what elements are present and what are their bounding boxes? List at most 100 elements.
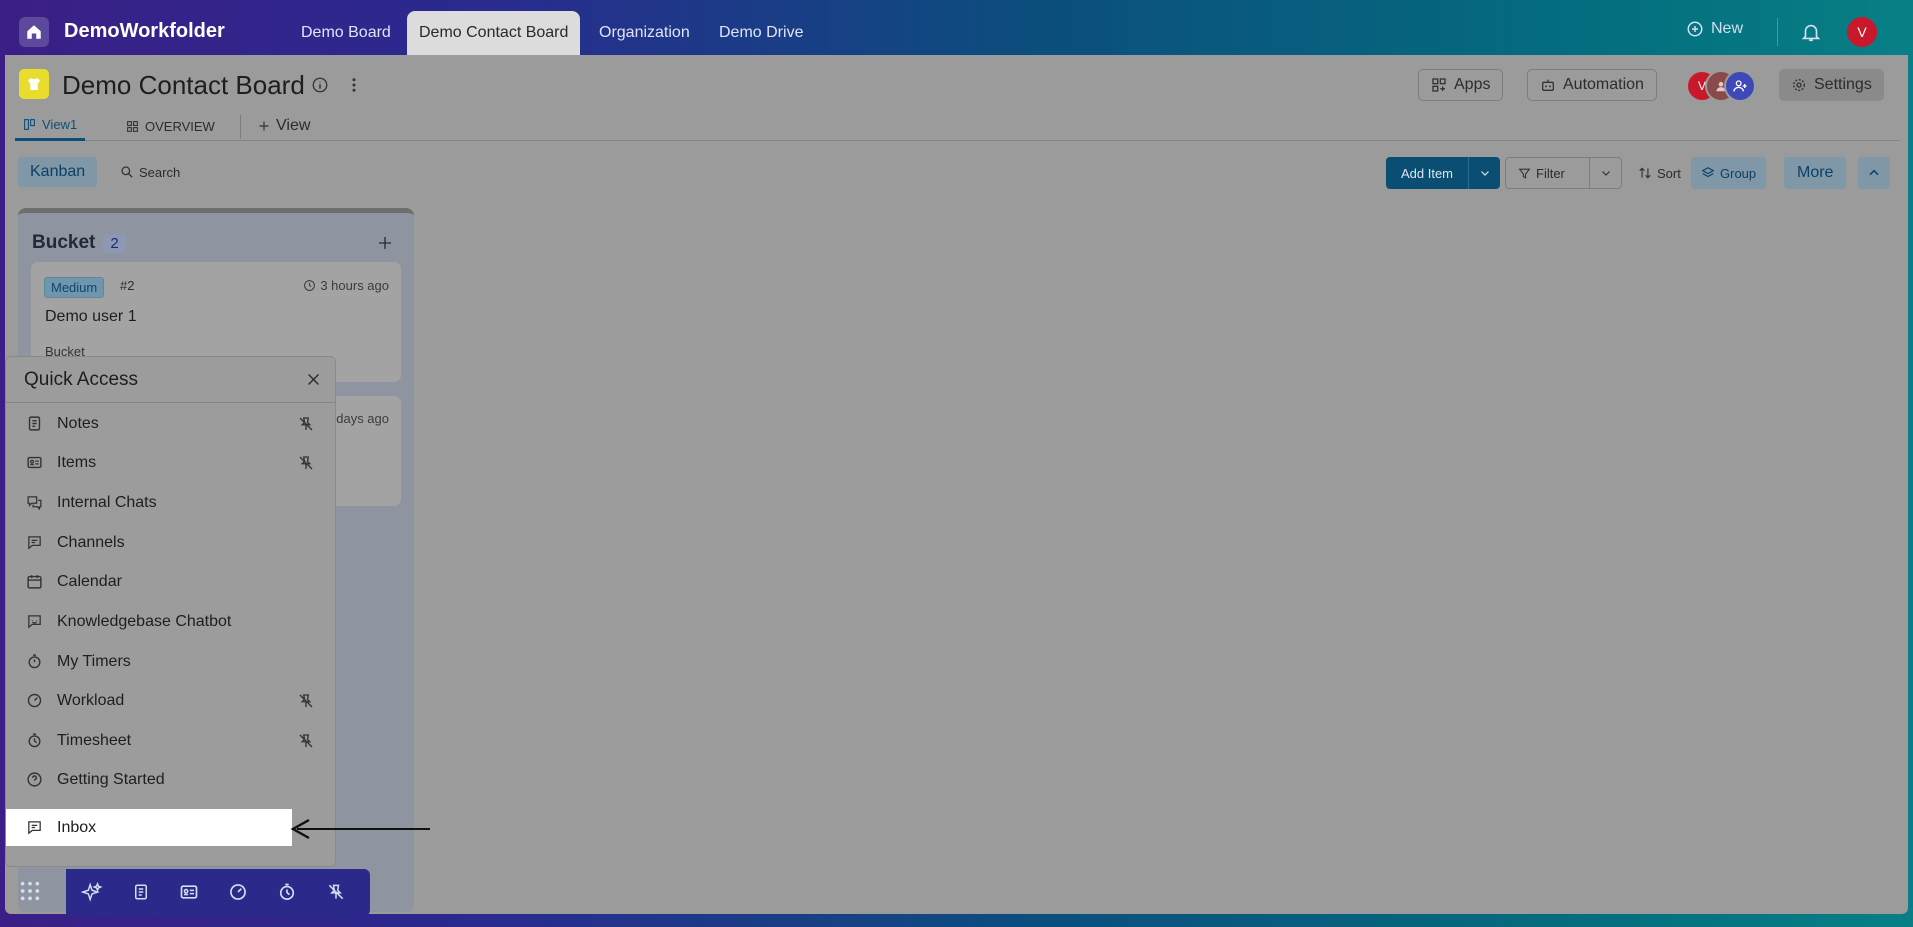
sparkles-icon[interactable]: [81, 882, 103, 904]
add-item-label: Add Item: [1400, 165, 1454, 181]
quick-access-item-label: Knowledgebase Chatbot: [57, 612, 232, 630]
search-button[interactable]: Search: [120, 157, 180, 187]
tab-demo-board[interactable]: Demo Board: [289, 11, 403, 55]
timesheet-icon[interactable]: [277, 882, 297, 902]
tab-demo-contact-board[interactable]: Demo Contact Board: [407, 11, 581, 55]
sort-label: Sort: [1657, 165, 1681, 181]
quick-access-item-channels[interactable]: Channels: [6, 524, 337, 561]
workload-icon[interactable]: [228, 882, 248, 902]
kanban-view-button[interactable]: Kanban: [18, 157, 98, 187]
quick-access-dock: [66, 869, 370, 916]
quick-access-title: Quick Access: [24, 369, 139, 390]
add-card-plus-icon[interactable]: [377, 235, 393, 251]
view-tabs: View1 OVERVIEW View: [15, 111, 1900, 141]
notifications-bell-icon[interactable]: [1800, 21, 1822, 43]
unpin-icon[interactable]: [297, 415, 315, 433]
tab-organization[interactable]: Organization: [587, 11, 702, 55]
plus-circle-icon: [1687, 21, 1703, 37]
quick-access-item-items[interactable]: Items: [6, 444, 337, 481]
tab-demo-drive[interactable]: Demo Drive: [707, 11, 815, 55]
card-timestamp: days ago: [336, 411, 389, 426]
plus-icon: [259, 121, 269, 131]
workspace-title[interactable]: DemoWorkfolder: [64, 20, 225, 43]
add-user-icon: [1733, 80, 1747, 92]
new-button[interactable]: New: [1686, 20, 1743, 38]
dashboard-icon: [127, 120, 138, 132]
items-icon: [27, 456, 42, 469]
unpin-icon[interactable]: [297, 692, 315, 710]
gear-icon: [1793, 79, 1805, 91]
user-avatar[interactable]: V: [1847, 17, 1877, 47]
priority-badge: Medium: [44, 277, 105, 298]
quick-access-item-getting-started[interactable]: Getting Started: [6, 761, 337, 798]
quick-access-item-inbox[interactable]: Inbox: [6, 809, 292, 846]
close-icon[interactable]: [305, 371, 322, 388]
column-header: Bucket 2: [32, 232, 126, 254]
collapse-toolbar-button[interactable]: [1858, 157, 1890, 189]
unpin-icon[interactable]: [297, 454, 315, 472]
quick-access-item-workload[interactable]: Workload: [6, 682, 337, 719]
overview-label: OVERVIEW: [145, 118, 215, 134]
settings-label: Settings: [1814, 76, 1872, 93]
settings-button[interactable]: Settings: [1779, 69, 1884, 101]
invite-member-button[interactable]: [1724, 70, 1756, 102]
view-tab-overview[interactable]: OVERVIEW: [118, 111, 223, 141]
group-button[interactable]: Group: [1691, 157, 1767, 189]
quick-access-item-internal-chats[interactable]: Internal Chats: [6, 484, 337, 521]
chevron-down-icon: [1601, 171, 1610, 176]
filter-icon: [1518, 168, 1531, 179]
add-view-button[interactable]: View: [250, 111, 318, 141]
column-title: Bucket: [32, 232, 96, 253]
filter-dropdown[interactable]: [1589, 158, 1621, 188]
search-icon: [121, 166, 133, 178]
card-number: #2: [120, 278, 135, 293]
shirt-icon: [28, 78, 40, 90]
sort-icon: [1639, 167, 1651, 179]
unpin-icon[interactable]: [326, 882, 346, 902]
chevron-down-icon: [1480, 171, 1489, 176]
timesheet-icon: [28, 733, 41, 748]
chevron-up-icon: [1869, 169, 1879, 176]
quick-access-item-timesheet[interactable]: Timesheet: [6, 722, 337, 759]
quick-access-header: Quick Access: [6, 357, 335, 403]
quick-access-panel: Quick Access Notes Items Internal Chats …: [5, 356, 336, 867]
home-button[interactable]: [19, 17, 49, 47]
more-options-icon[interactable]: [345, 75, 363, 95]
notes-icon[interactable]: [132, 882, 150, 902]
more-button[interactable]: More: [1784, 157, 1847, 189]
inbox-icon: [28, 821, 41, 835]
sort-button[interactable]: Sort: [1632, 157, 1687, 189]
apps-button[interactable]: Apps: [1418, 69, 1504, 101]
unpin-icon[interactable]: [297, 732, 315, 750]
chatbot-icon: [28, 615, 41, 629]
add-item-dropdown[interactable]: [1468, 157, 1500, 189]
quick-access-item-label: Notes: [57, 414, 99, 432]
quick-access-item-calendar[interactable]: Calendar: [6, 563, 337, 600]
quick-access-item-my-timers[interactable]: My Timers: [6, 643, 337, 680]
notes-icon: [28, 416, 41, 431]
card-timestamp: 3 hours ago: [303, 278, 389, 293]
robot-icon: [1542, 79, 1554, 91]
workload-icon: [27, 693, 42, 708]
quick-access-item-notes[interactable]: Notes: [6, 405, 337, 442]
quick-access-item-label: Timesheet: [57, 731, 132, 749]
quick-access-item-label: Channels: [57, 533, 125, 551]
automation-button[interactable]: Automation: [1527, 69, 1657, 101]
chats-icon: [27, 496, 42, 511]
filter-label: Filter: [1536, 165, 1565, 181]
add-item-button[interactable]: Add Item: [1386, 157, 1500, 189]
card-title: Demo user 1: [45, 308, 137, 325]
quick-access-item-knowledgebase-chatbot[interactable]: Knowledgebase Chatbot: [6, 603, 337, 640]
apps-grid-icon[interactable]: [19, 880, 41, 902]
group-label: Group: [1720, 165, 1757, 181]
quick-access-item-label: Internal Chats: [57, 493, 157, 511]
items-icon[interactable]: [179, 882, 199, 902]
board-icon: [19, 69, 49, 99]
new-label: New: [1711, 20, 1744, 37]
info-icon[interactable]: [311, 76, 329, 94]
view-tab-view1[interactable]: View1: [15, 111, 86, 141]
add-view-label: View: [276, 117, 311, 134]
channels-icon: [28, 536, 41, 550]
filter-button[interactable]: Filter: [1505, 157, 1622, 189]
board-members[interactable]: V: [1686, 70, 1756, 102]
